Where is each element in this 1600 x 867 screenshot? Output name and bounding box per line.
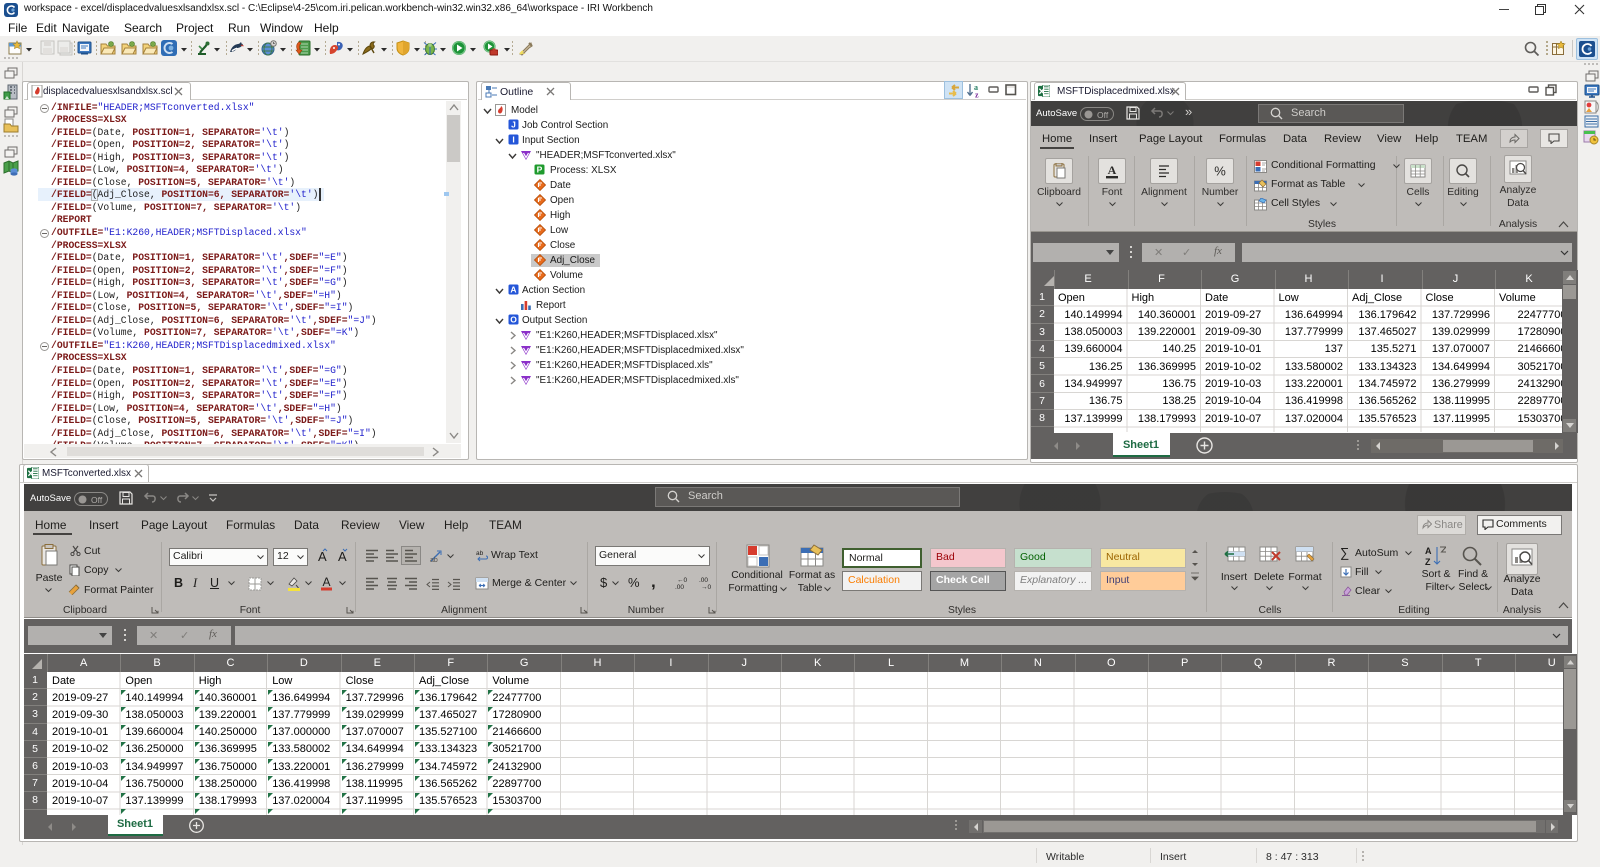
- svg-text:A: A: [1108, 163, 1117, 177]
- svg-text:J: J: [511, 120, 516, 130]
- svg-text:ab: ab: [476, 550, 484, 557]
- svg-text:z: z: [975, 91, 979, 99]
- svg-text:A: A: [338, 549, 347, 563]
- svg-text:I: I: [512, 135, 514, 145]
- svg-text:Z: Z: [1425, 557, 1431, 567]
- svg-text:←0: ←0: [677, 577, 688, 584]
- svg-text:%: %: [1214, 164, 1226, 179]
- svg-text:A: A: [1425, 546, 1432, 556]
- svg-text:P: P: [537, 165, 543, 175]
- svg-text:O: O: [510, 315, 517, 325]
- svg-text:A: A: [322, 575, 330, 589]
- svg-text:A: A: [318, 549, 327, 563]
- svg-text:.00: .00: [699, 577, 708, 584]
- svg-text:.00: .00: [675, 584, 684, 590]
- svg-text:A: A: [510, 285, 516, 295]
- svg-text:→0: →0: [701, 584, 712, 590]
- svg-text:ab: ab: [430, 557, 438, 563]
